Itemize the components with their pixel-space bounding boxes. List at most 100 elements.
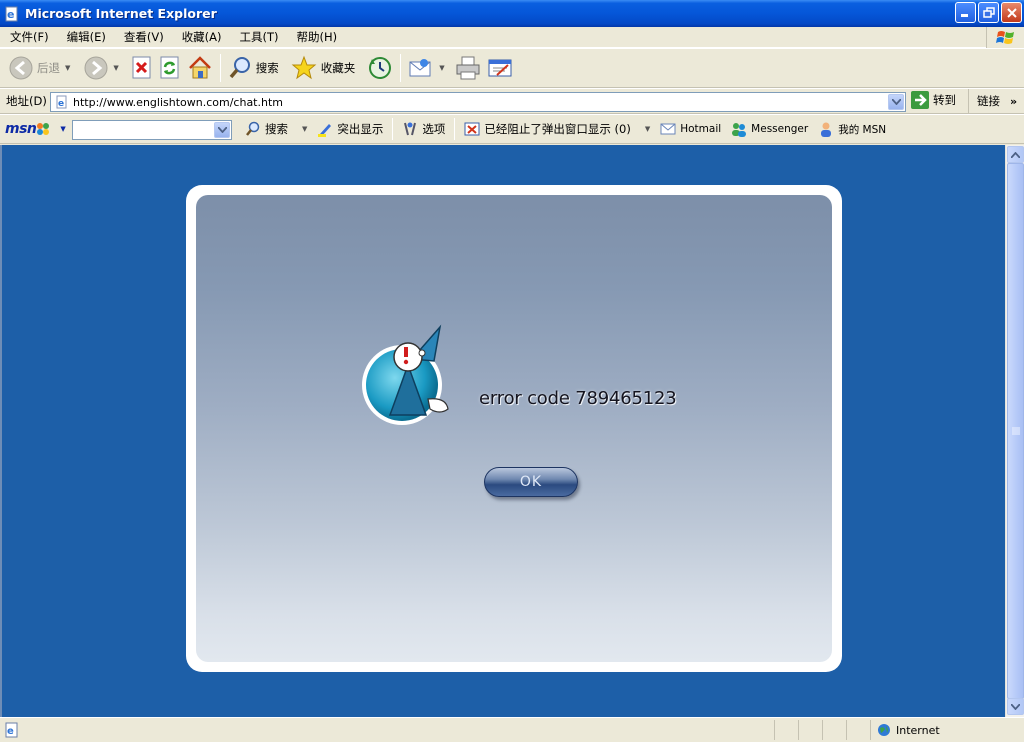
- popup-blocked-icon: [464, 122, 480, 136]
- address-dropdown-button[interactable]: [888, 94, 904, 110]
- search-icon: [246, 121, 260, 136]
- go-label: 转到: [933, 93, 956, 107]
- error-message: error code 789465123: [479, 388, 677, 409]
- links-label: 链接: [977, 94, 1000, 108]
- messenger-button[interactable]: Messenger: [726, 121, 813, 137]
- chevron-down-icon: [1011, 703, 1020, 710]
- error-dialog-frame: error code 789465123 OK: [186, 185, 842, 672]
- msn-search-options-dropdown[interactable]: ▼: [302, 125, 307, 133]
- star-icon: [291, 55, 317, 80]
- refresh-icon: [160, 56, 179, 79]
- windows-flag-icon: [995, 30, 1014, 44]
- address-input[interactable]: [73, 95, 873, 109]
- resize-grip[interactable]: [1010, 720, 1024, 740]
- links-chevron-icon[interactable]: »: [1010, 95, 1017, 108]
- menu-tools[interactable]: 工具(T): [230, 29, 287, 45]
- msn-search-input[interactable]: [73, 121, 213, 139]
- msn-logo-text: msn: [5, 121, 37, 137]
- error-dialog-panel: error code 789465123 OK: [196, 195, 832, 662]
- toolbar-separator: [219, 54, 221, 82]
- toolbar-separator: [400, 54, 402, 82]
- print-button[interactable]: [452, 51, 484, 85]
- home-button[interactable]: [184, 51, 216, 85]
- back-dropdown-icon[interactable]: ▼: [65, 64, 70, 72]
- msn-search-button[interactable]: 搜索 ▼: [240, 121, 312, 137]
- back-button[interactable]: 后退 ▼: [6, 51, 73, 85]
- window-title: Microsoft Internet Explorer: [25, 6, 217, 21]
- msn-separator: [454, 118, 456, 140]
- favorites-button[interactable]: 收藏夹: [288, 51, 359, 85]
- mail-dropdown-icon[interactable]: ▼: [439, 64, 444, 72]
- standard-toolbar: 后退 ▼ ▼ 搜索 收藏夹 ▼: [0, 48, 1024, 88]
- msn-butterfly-icon: [37, 123, 50, 135]
- restore-button[interactable]: [978, 2, 999, 23]
- menu-view[interactable]: 查看(V): [114, 29, 172, 45]
- messenger-buddies-icon: [732, 123, 747, 137]
- stop-button[interactable]: [128, 51, 156, 85]
- my-msn-label: 我的 MSN: [838, 123, 887, 136]
- search-icon: [229, 57, 250, 79]
- highlight-label: 突出显示: [337, 122, 384, 136]
- menu-edit[interactable]: 编辑(E): [57, 29, 114, 45]
- status-cell: [846, 720, 870, 740]
- history-icon: [369, 57, 392, 79]
- chevron-down-icon: [217, 127, 227, 133]
- edit-button[interactable]: [484, 51, 516, 85]
- minimize-button[interactable]: [955, 2, 976, 23]
- popup-dropdown-icon[interactable]: ▼: [645, 125, 650, 133]
- back-arrow-icon: [9, 56, 33, 80]
- msn-dropdown-icon[interactable]: ▼: [60, 125, 65, 133]
- status-cell: [774, 720, 798, 740]
- status-cell: [798, 720, 822, 740]
- msn-search-dropdown-button[interactable]: [214, 122, 230, 138]
- msn-logo[interactable]: msn ▼: [5, 121, 66, 137]
- windows-logo: [986, 27, 1024, 48]
- go-arrow-icon: [911, 91, 929, 109]
- forward-button[interactable]: ▼: [81, 51, 121, 85]
- search-label: 搜索: [255, 61, 279, 75]
- highlight-button[interactable]: 突出显示: [312, 121, 388, 137]
- hotmail-envelope-icon: [660, 123, 676, 135]
- links-button[interactable]: 链接 »: [968, 89, 1017, 113]
- refresh-button[interactable]: [156, 51, 184, 85]
- menu-file[interactable]: 文件(F): [0, 29, 57, 45]
- minimize-icon: [961, 14, 968, 17]
- search-button[interactable]: 搜索: [225, 51, 282, 85]
- status-cell: [822, 720, 846, 740]
- scroll-down-button[interactable]: [1007, 698, 1024, 715]
- title-bar: e Microsoft Internet Explorer: [0, 0, 1024, 27]
- history-button[interactable]: [364, 51, 396, 85]
- scroll-up-button[interactable]: [1007, 146, 1024, 163]
- options-button[interactable]: 选项: [397, 121, 450, 137]
- address-field[interactable]: e: [50, 92, 906, 112]
- page-icon: e: [56, 95, 67, 109]
- forward-arrow-icon: [84, 56, 108, 80]
- mail-button[interactable]: ▼: [405, 51, 447, 85]
- address-bar: 地址(D) e 转到 链接 »: [0, 88, 1024, 114]
- msn-search-label: 搜索: [265, 122, 288, 136]
- forward-dropdown-icon[interactable]: ▼: [113, 64, 118, 72]
- grip-icon: [1011, 427, 1020, 435]
- menu-favorites[interactable]: 收藏(A): [172, 29, 230, 45]
- go-button[interactable]: 转到: [911, 91, 956, 109]
- popup-blocker-button[interactable]: 已经阻止了弹出窗口显示 (0) ▼: [459, 121, 655, 137]
- svg-text:e: e: [7, 8, 14, 21]
- vertical-scrollbar[interactable]: [1005, 145, 1024, 717]
- ok-button[interactable]: OK: [484, 467, 578, 497]
- edit-page-icon: [488, 59, 512, 77]
- menu-help[interactable]: 帮助(H): [287, 29, 346, 45]
- stop-icon: [132, 56, 151, 79]
- scroll-thumb[interactable]: [1007, 163, 1024, 699]
- options-tools-icon: [404, 122, 417, 136]
- wizard-mascot-icon: [362, 324, 449, 425]
- security-zone[interactable]: Internet: [870, 720, 1010, 740]
- globe-icon: [878, 724, 890, 736]
- my-msn-button[interactable]: 我的 MSN: [813, 121, 891, 137]
- messenger-label: Messenger: [751, 123, 809, 135]
- close-button[interactable]: [1001, 2, 1022, 23]
- popup-blocked-label: 已经阻止了弹出窗口显示 (0): [484, 122, 631, 136]
- hotmail-button[interactable]: Hotmail: [655, 123, 726, 135]
- msn-search-box[interactable]: [72, 120, 232, 140]
- svg-text:e: e: [7, 726, 14, 737]
- zone-label: Internet: [896, 723, 940, 737]
